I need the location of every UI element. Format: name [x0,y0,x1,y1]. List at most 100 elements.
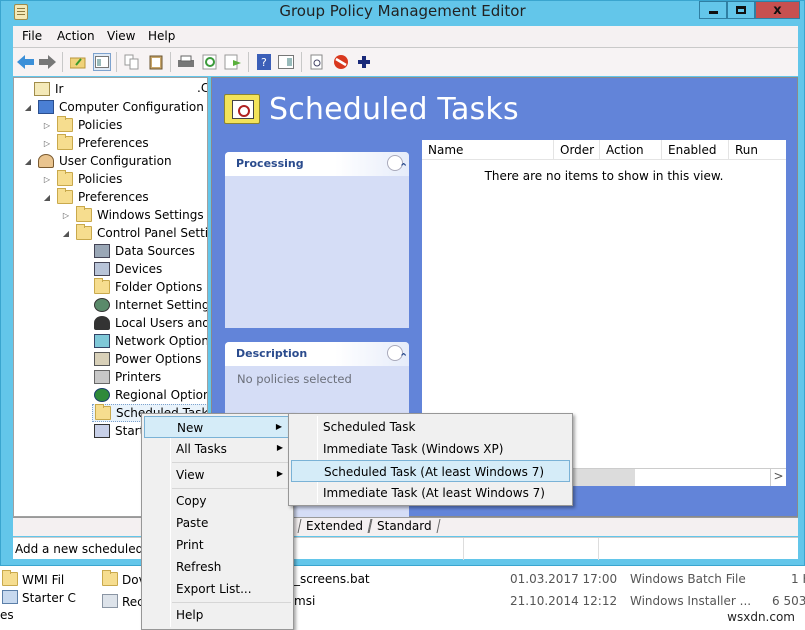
back-button[interactable] [17,53,35,71]
submenu-item-scheduled-task[interactable]: Scheduled Task [291,416,570,438]
tree-item-windows-settings[interactable]: ▷ Windows Settings [60,206,204,224]
menu-help[interactable]: Help [148,29,175,43]
tree-item-control-panel-settings[interactable]: ◢ Control Panel Setting [60,224,207,242]
toolbar-separator [62,52,63,72]
maximize-icon [736,6,746,14]
collapse-description-button[interactable]: ⌃ [387,345,408,364]
description-text: No policies selected [237,372,352,386]
menu-file[interactable]: File [22,29,42,43]
tree-item-policies[interactable]: ▷ Policies [41,116,122,134]
expanded-arrow-icon[interactable]: ◢ [22,103,34,112]
collapsed-arrow-icon[interactable]: ▷ [41,121,53,130]
properties-button[interactable] [308,53,326,71]
tree-item-internet-settings[interactable]: Internet Settings [78,296,207,314]
scrollbar-thumb[interactable] [572,469,635,486]
explorer-nav-item[interactable]: es [0,608,14,622]
print-icon [178,55,194,67]
tree-item-policies[interactable]: ▷ Policies [41,170,122,188]
explorer-nav-item[interactable]: WMI Fil [2,570,64,587]
refresh-icon [202,54,217,70]
submenu-item-immediate-task-win7[interactable]: Immediate Task (At least Windows 7) [291,482,570,504]
tree-item-preferences[interactable]: ◢ Preferences [41,188,149,206]
scroll-right-icon[interactable]: > [770,469,786,486]
disable-button[interactable] [332,53,350,71]
folder-icon [76,206,92,222]
tree-item-computer-configuration[interactable]: ◢ Computer Configuration [22,98,204,116]
disable-icon [334,55,348,69]
add-button[interactable] [355,53,373,71]
tab-standard[interactable]: Standard [368,519,441,533]
explorer-file-row[interactable]: Rec [102,594,144,609]
submenu-item-scheduled-task-win7[interactable]: Scheduled Task (At least Windows 7) [291,460,570,482]
regional-options-icon [94,388,110,402]
tree-root[interactable]: Ir [18,80,63,98]
forward-button[interactable] [39,53,57,71]
expanded-arrow-icon[interactable]: ◢ [60,229,72,238]
tree-item-local-users-and-groups[interactable]: Local Users and G [78,314,207,332]
tree-item-printers[interactable]: Printers [78,368,161,386]
menu-item-copy[interactable]: Copy [144,490,291,512]
collapsed-arrow-icon[interactable]: ▷ [60,211,72,220]
toolbar-separator [116,52,117,72]
show-hide-action-pane-button[interactable] [277,53,295,71]
menu-item-all-tasks[interactable]: All Tasks ▶ [144,438,291,460]
file-name[interactable]: _screens.bat [294,572,370,586]
tree-item-power-options[interactable]: Power Options [78,350,201,368]
help-button[interactable]: ? [255,53,273,71]
menu-item-print[interactable]: Print [144,534,291,556]
file-name[interactable]: msi [294,594,315,608]
close-button[interactable]: x [755,1,800,19]
tree-item-devices[interactable]: Devices [78,260,162,278]
column-header-action[interactable]: Action [600,140,662,160]
folder-icon [57,188,73,204]
submenu-item-immediate-task-xp[interactable]: Immediate Task (Windows XP) [291,438,570,460]
copy-button[interactable] [123,53,141,71]
export-list-icon [224,54,241,70]
tree-item-start-menu[interactable]: Start [78,422,144,440]
export-list-button[interactable] [224,53,242,71]
column-header-enabled[interactable]: Enabled [662,140,729,160]
menu-item-export-list[interactable]: Export List... [144,578,291,600]
tree-item-folder-options[interactable]: Folder Options [78,278,202,296]
add-icon [358,56,370,68]
collapsed-arrow-icon[interactable]: ▷ [41,139,53,148]
explorer-nav-item[interactable]: Starter C [2,590,76,605]
column-header-order[interactable]: Order [554,140,600,160]
status-text: Add a new scheduled ta [15,542,160,556]
tab-extended[interactable]: Extended [297,519,372,533]
menu-action[interactable]: Action [57,29,95,43]
refresh-button[interactable] [201,53,219,71]
menu-item-refresh[interactable]: Refresh [144,556,291,578]
tree-item-data-sources[interactable]: Data Sources [78,242,195,260]
maximize-button[interactable] [727,1,755,19]
recent-places-icon [102,594,118,608]
minimize-button[interactable] [699,1,727,19]
print-button[interactable] [177,53,195,71]
collapsed-arrow-icon[interactable]: ▷ [41,175,53,184]
paste-icon [149,55,163,70]
show-hide-tree-button[interactable] [93,53,111,71]
menu-item-view[interactable]: View ▶ [144,464,291,486]
title-bar[interactable]: Group Policy Management Editor x [1,1,804,25]
up-one-level-button[interactable] [69,53,87,71]
paste-button[interactable] [147,53,165,71]
explorer-file-row[interactable]: Dov [102,570,146,587]
tree-item-regional-options[interactable]: Regional Options [78,386,207,404]
data-sources-icon [94,244,110,258]
menu-view[interactable]: View [107,29,135,43]
menu-item-help[interactable]: Help [144,604,291,626]
column-header-name[interactable]: Name [422,140,554,160]
column-header-run[interactable]: Run [729,140,786,160]
double-chevron-up-icon: ⌃ [399,351,409,364]
menu-bar: File Action View Help [13,26,798,48]
collapse-processing-button[interactable]: ⌃ [387,155,408,174]
submenu-arrow-icon: ▶ [275,422,282,431]
menu-item-new[interactable]: New ▶ [144,416,291,438]
expanded-arrow-icon[interactable]: ◢ [41,193,53,202]
tree-item-user-configuration[interactable]: ◢ User Configuration [22,152,172,170]
menu-item-paste[interactable]: Paste [144,512,291,534]
tree-item-preferences[interactable]: ▷ Preferences [41,134,149,152]
tree-item-network-options[interactable]: Network Options [78,332,207,350]
submenu-arrow-icon: ▶ [276,469,283,478]
expanded-arrow-icon[interactable]: ◢ [22,157,34,166]
